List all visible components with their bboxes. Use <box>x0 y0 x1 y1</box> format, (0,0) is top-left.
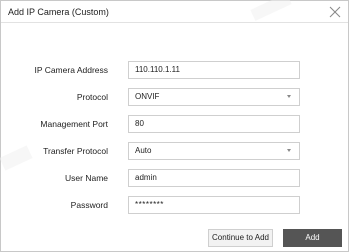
password-input[interactable]: ******** <box>128 196 300 214</box>
transfer-protocol-row: Transfer Protocol Auto <box>1 142 348 160</box>
password-label: Password <box>70 200 108 210</box>
ip-address-row: IP Camera Address 110.110.1.11 <box>1 61 348 79</box>
management-port-input[interactable]: 80 <box>128 115 300 133</box>
ip-address-label: IP Camera Address <box>34 65 108 75</box>
chevron-down-icon <box>287 95 291 98</box>
add-ip-camera-dialog: Add IP Camera (Custom) IP Camera Address… <box>0 0 349 252</box>
password-row: Password ******** <box>1 196 348 214</box>
user-name-row: User Name admin <box>1 169 348 187</box>
transfer-protocol-label: Transfer Protocol <box>43 146 108 156</box>
protocol-label: Protocol <box>76 92 108 102</box>
management-port-label: Management Port <box>40 119 108 129</box>
continue-to-add-button[interactable]: Continue to Add <box>208 229 273 247</box>
management-port-row: Management Port 80 <box>1 115 348 133</box>
add-button[interactable]: Add <box>283 229 342 247</box>
protocol-row: Protocol ONVIF <box>1 88 348 106</box>
close-icon[interactable] <box>328 5 342 19</box>
protocol-value: ONVIF <box>135 92 160 101</box>
protocol-select[interactable]: ONVIF <box>128 88 300 106</box>
dialog-title: Add IP Camera (Custom) <box>8 7 109 17</box>
chevron-down-icon <box>287 149 291 152</box>
transfer-protocol-select[interactable]: Auto <box>128 142 300 160</box>
ip-address-input[interactable]: 110.110.1.11 <box>128 61 300 79</box>
user-name-input[interactable]: admin <box>128 169 300 187</box>
transfer-protocol-value: Auto <box>135 146 152 155</box>
dialog-titlebar: Add IP Camera (Custom) <box>1 1 348 23</box>
user-name-label: User Name <box>65 173 108 183</box>
